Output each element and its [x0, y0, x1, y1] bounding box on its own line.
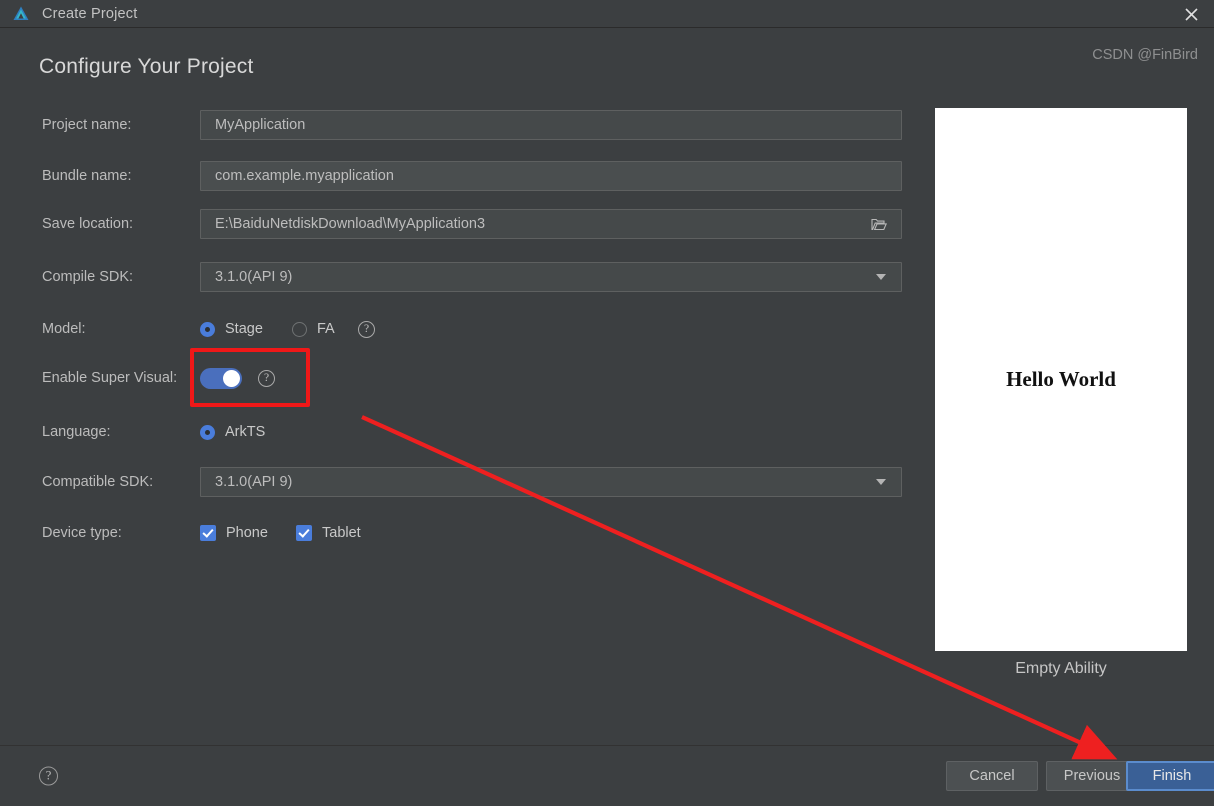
- project-name-input[interactable]: MyApplication: [200, 110, 902, 140]
- model-radio-stage[interactable]: Stage: [200, 321, 292, 337]
- compatible-sdk-label: Compatible SDK:: [42, 474, 154, 490]
- field-row-device-type: Device type: Phone Tablet: [42, 518, 361, 548]
- field-row-super-visual: Enable Super Visual: ?: [42, 363, 275, 393]
- close-icon: [1184, 7, 1198, 21]
- preview-screen-text: Hello World: [1006, 367, 1116, 391]
- compile-sdk-label: Compile SDK:: [42, 269, 134, 285]
- dialog-body: Configure Your Project Project name: MyA…: [0, 28, 1214, 745]
- compatible-sdk-select[interactable]: 3.1.0(API 9): [200, 467, 902, 497]
- chevron-down-icon[interactable]: [876, 274, 886, 280]
- chevron-down-icon[interactable]: [876, 479, 886, 485]
- model-help-icon[interactable]: ?: [358, 320, 375, 338]
- field-row-model: Model: Stage FA ?: [42, 314, 375, 344]
- save-location-value: E:\BaiduNetdiskDownload\MyApplication3: [215, 216, 486, 232]
- checkbox-icon-phone: [200, 525, 216, 541]
- save-location-input[interactable]: E:\BaiduNetdiskDownload\MyApplication3: [200, 209, 902, 239]
- device-checkbox-phone[interactable]: Phone: [200, 525, 296, 541]
- field-row-language: Language: ArkTS: [42, 417, 265, 447]
- language-radio-arkts[interactable]: ArkTS: [200, 424, 265, 440]
- device-checkbox-tablet[interactable]: Tablet: [296, 525, 361, 541]
- super-visual-help-icon[interactable]: ?: [258, 369, 275, 387]
- project-name-label: Project name:: [42, 117, 132, 133]
- language-arkts-label: ArkTS: [225, 424, 266, 440]
- finish-button[interactable]: Finish: [1126, 761, 1214, 791]
- folder-open-icon[interactable]: [871, 218, 887, 231]
- close-button[interactable]: [1168, 0, 1214, 28]
- compile-sdk-select[interactable]: 3.1.0(API 9): [200, 262, 902, 292]
- bundle-name-value: com.example.myapplication: [215, 168, 394, 184]
- dialog-footer: ? Cancel Previous Finish: [0, 745, 1214, 806]
- device-phone-label: Phone: [226, 525, 268, 541]
- field-row-save-location: Save location: E:\BaiduNetdiskDownload\M…: [42, 209, 902, 239]
- save-location-label: Save location:: [42, 216, 134, 232]
- previous-button[interactable]: Previous: [1046, 761, 1138, 791]
- field-row-bundle-name: Bundle name: com.example.myapplication: [42, 161, 902, 191]
- window-title: Create Project: [42, 5, 138, 22]
- watermark-text: CSDN @FinBird: [1092, 47, 1198, 63]
- device-tablet-label: Tablet: [322, 525, 361, 541]
- enable-super-visual-toggle[interactable]: [200, 367, 242, 389]
- model-label: Model:: [42, 321, 86, 337]
- bundle-name-input[interactable]: com.example.myapplication: [200, 161, 902, 191]
- page-title: Configure Your Project: [39, 55, 254, 78]
- compile-sdk-value: 3.1.0(API 9): [215, 269, 293, 285]
- cancel-button[interactable]: Cancel: [946, 761, 1038, 791]
- model-fa-label: FA: [317, 321, 335, 337]
- device-type-label: Device type:: [42, 525, 122, 541]
- project-name-value: MyApplication: [215, 117, 306, 133]
- bundle-name-label: Bundle name:: [42, 168, 132, 184]
- radio-icon-stage: [200, 321, 215, 337]
- super-visual-label: Enable Super Visual:: [42, 370, 178, 386]
- create-project-dialog: Create Project Configure Your Project Pr…: [0, 0, 1214, 806]
- deveco-logo-icon: [13, 6, 29, 20]
- title-bar: Create Project: [0, 0, 1214, 28]
- compatible-sdk-value: 3.1.0(API 9): [215, 474, 293, 490]
- field-row-compatible-sdk: Compatible SDK: 3.1.0(API 9): [42, 467, 902, 497]
- radio-icon-fa: [292, 321, 307, 337]
- preview-caption: Empty Ability: [1015, 660, 1107, 677]
- language-label: Language:: [42, 424, 111, 440]
- template-preview-frame: Hello World: [935, 108, 1187, 651]
- checkbox-icon-tablet: [296, 525, 312, 541]
- radio-icon-arkts: [200, 424, 215, 440]
- model-stage-label: Stage: [225, 321, 263, 337]
- field-row-project-name: Project name: MyApplication: [42, 110, 902, 140]
- field-row-compile-sdk: Compile SDK: 3.1.0(API 9): [42, 262, 902, 292]
- footer-help-icon[interactable]: ?: [39, 766, 58, 786]
- model-radio-fa[interactable]: FA: [292, 321, 358, 337]
